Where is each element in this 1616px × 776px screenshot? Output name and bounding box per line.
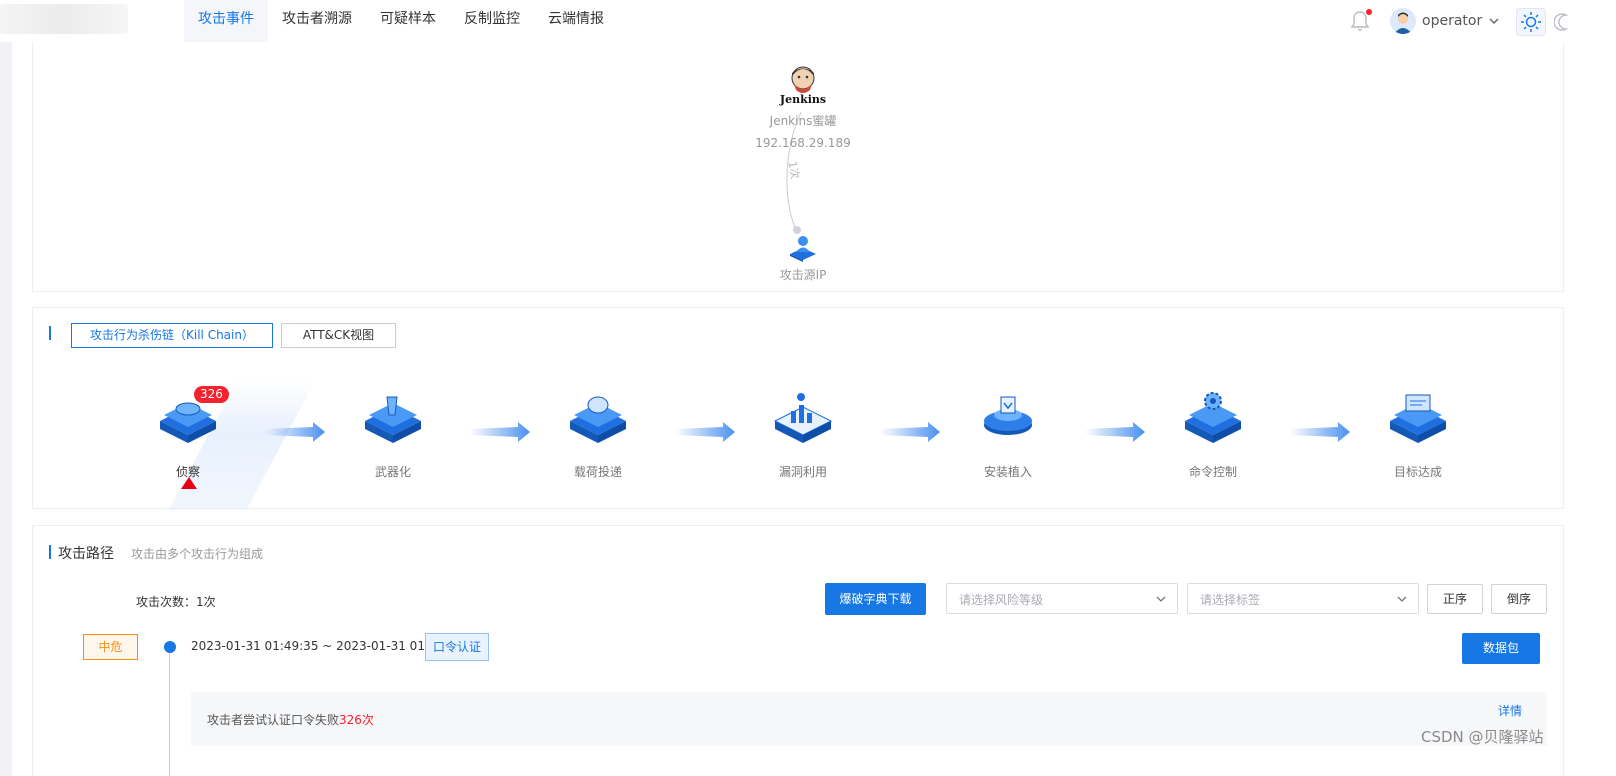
nav-attacker-trace[interactable]: 攻击者溯源 <box>268 0 366 42</box>
cloud-delivery-icon <box>570 396 626 443</box>
notification-dot <box>1366 9 1372 15</box>
logo[interactable] <box>0 4 128 34</box>
stage-command-control[interactable]: 命令控制 <box>1173 375 1253 485</box>
stage-label: 武器化 <box>374 465 411 479</box>
section-title: 攻击路径 <box>58 546 114 562</box>
moon-icon[interactable] <box>1554 13 1568 31</box>
chevron-down-icon <box>1489 18 1499 25</box>
main-nav: 攻击事件 攻击者溯源 可疑样本 反制监控 云端情报 <box>184 0 618 42</box>
sun-icon <box>1521 12 1541 32</box>
edge-label: 1次 <box>785 160 802 181</box>
nav-suspicious-samples[interactable]: 可疑样本 <box>366 0 450 42</box>
jenkins-logo-text: Jenkins <box>779 93 827 106</box>
tag-select[interactable]: 请选择标签 <box>1187 583 1419 614</box>
risk-level-select[interactable]: 请选择风险等级 <box>946 583 1178 614</box>
light-theme-button[interactable] <box>1516 8 1546 36</box>
dictionary-download-button[interactable]: 爆破字典下载 <box>825 583 926 615</box>
gear-icon <box>1185 392 1241 443</box>
event-time-range: 2023-01-31 01:49:35 ~ 2023-01-31 01:51:4… <box>191 639 464 653</box>
detail-link[interactable]: 详情 <box>1498 702 1522 719</box>
nav-counter-monitor[interactable]: 反制监控 <box>450 0 534 42</box>
sidebar-edge <box>0 42 12 776</box>
attack-graph-panel: 1次 Jenkins Jenkins蜜罐 192.168.29.189 攻击源I… <box>32 42 1564 292</box>
source-node-name: 攻击源IP <box>779 268 827 282</box>
event-detail-text: 攻击者尝试认证口令失败326次 <box>207 713 374 727</box>
stage-delivery[interactable]: 载荷投递 <box>558 375 638 485</box>
stage-label: 安装植入 <box>983 465 1032 479</box>
source-node[interactable] <box>787 232 819 262</box>
stage-label: 命令控制 <box>1188 465 1237 479</box>
section-subtitle: 攻击由多个攻击行为组成 <box>131 547 264 561</box>
stage-label: 目标达成 <box>1393 465 1442 479</box>
chevron-down-icon <box>1397 596 1407 602</box>
nav-cloud-intel[interactable]: 云端情报 <box>534 0 618 42</box>
watermark: CSDN @贝隆驿站 <box>1421 728 1544 746</box>
target-achieved-icon <box>1390 394 1446 443</box>
attack-count: 攻击次数：1次 <box>136 595 216 609</box>
avatar <box>1390 8 1416 34</box>
recon-count-badge: 326 <box>194 386 229 403</box>
active-stage-marker <box>181 477 197 489</box>
packet-button[interactable]: 数据包 <box>1462 633 1540 664</box>
section-accent <box>49 545 51 559</box>
nav-attack-events[interactable]: 攻击事件 <box>184 0 268 42</box>
stage-objectives[interactable]: 目标达成 <box>1378 375 1458 485</box>
target-node[interactable]: Jenkins <box>773 64 833 112</box>
risk-badge: 中危 <box>83 634 138 660</box>
sort-desc-button[interactable]: 倒序 <box>1491 584 1547 614</box>
event-detail-count: 326次 <box>339 713 374 727</box>
stage-installation[interactable]: 安装植入 <box>968 375 1048 485</box>
sort-asc-button[interactable]: 正序 <box>1427 584 1483 614</box>
timeline-dot <box>164 641 176 653</box>
stage-weaponization[interactable]: 武器化 <box>353 375 433 485</box>
install-icon <box>984 396 1032 435</box>
kill-chain-panel: 攻击行为杀伤链（Kill Chain） ATT&CK视图 侦察 326 武器化 … <box>32 307 1564 510</box>
select-placeholder: 请选择标签 <box>1200 593 1261 607</box>
stage-exploitation[interactable]: 漏洞利用 <box>763 375 843 485</box>
target-node-name: Jenkins蜜罐 <box>769 114 837 128</box>
stage-label: 载荷投递 <box>573 465 622 479</box>
event-tag[interactable]: 口令认证 <box>425 633 490 661</box>
top-bar: 攻击事件 攻击者溯源 可疑样本 反制监控 云端情报 operator <box>0 0 1616 42</box>
timeline-line <box>169 653 170 776</box>
event-detail: 攻击者尝试认证口令失败326次 详情 <box>191 692 1547 746</box>
user-name: operator <box>1422 13 1483 29</box>
attacker-icon <box>790 236 816 262</box>
user-menu[interactable]: operator <box>1390 7 1500 35</box>
attack-path-panel: 攻击路径 攻击由多个攻击行为组成 攻击次数：1次 爆破字典下载 请选择风险等级 … <box>32 525 1564 776</box>
target-node-ip: 192.168.29.189 <box>755 136 851 150</box>
exploit-icon <box>773 393 833 443</box>
select-placeholder: 请选择风险等级 <box>959 593 1044 607</box>
theme-switch <box>1516 8 1616 36</box>
stage-label: 漏洞利用 <box>778 465 827 479</box>
weapon-icon <box>365 396 421 443</box>
chevron-down-icon <box>1156 596 1166 602</box>
